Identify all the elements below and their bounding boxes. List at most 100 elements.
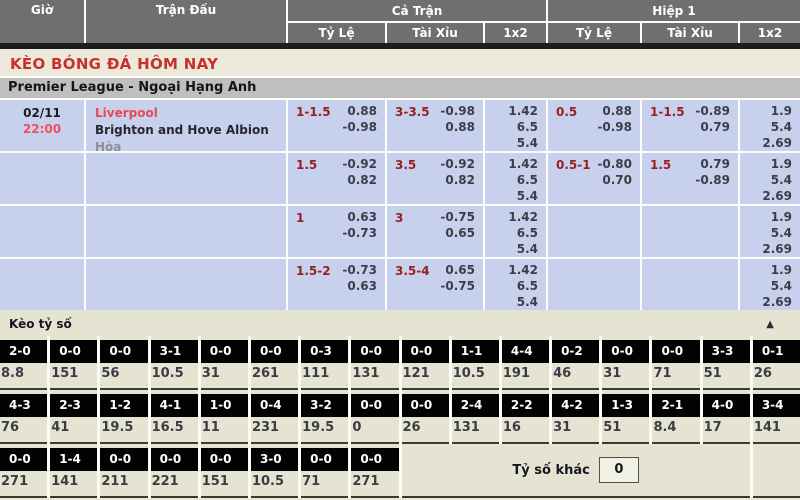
- odd-value[interactable]: 0.79: [695, 119, 730, 135]
- score-odds-cell[interactable]: 0-0 0: [351, 390, 398, 444]
- odd-value[interactable]: -0.98: [597, 119, 632, 135]
- score-odd-value[interactable]: 26: [402, 417, 449, 435]
- score-odds-cell[interactable]: 0-0 151: [50, 336, 97, 390]
- odd-value[interactable]: 6.5: [508, 119, 538, 135]
- score-odd-value[interactable]: 31: [552, 417, 599, 435]
- ft-handicap-cell[interactable]: 1.5 -0.920.82: [288, 153, 385, 204]
- score-odds-cell[interactable]: 2-3 41: [50, 390, 97, 444]
- ft-overunder-cell[interactable]: 3.5 -0.920.82: [387, 153, 483, 204]
- score-odds-cell[interactable]: 0-2 46: [552, 336, 599, 390]
- h1-handicap-cell[interactable]: 0.5 0.88-0.98: [548, 100, 640, 151]
- score-odds-cell[interactable]: 4-0 17: [703, 390, 750, 444]
- score-odd-value[interactable]: 151: [201, 471, 248, 489]
- odd-value[interactable]: -0.73: [342, 262, 377, 278]
- h1-handicap-cell[interactable]: 0.5-1 -0.800.70: [548, 153, 640, 204]
- odd-value[interactable]: -0.89: [695, 103, 730, 119]
- score-odd-value[interactable]: 16: [502, 417, 549, 435]
- odd-value[interactable]: -0.75: [440, 278, 475, 294]
- score-odds-cell[interactable]: 3-2 19.5: [301, 390, 348, 444]
- ft-overunder-cell[interactable]: 3 -0.750.65: [387, 206, 483, 257]
- score-odds-cell[interactable]: 0-0 56: [100, 336, 147, 390]
- score-odd-value[interactable]: 261: [251, 363, 298, 381]
- score-odds-cell[interactable]: 0-0 31: [602, 336, 649, 390]
- score-odd-value[interactable]: 8.4: [652, 417, 699, 435]
- odd-value[interactable]: 1.9: [762, 156, 792, 172]
- odd-value[interactable]: 5.4: [508, 241, 538, 257]
- score-odds-cell[interactable]: 0-0 271: [0, 444, 47, 498]
- score-odds-cell[interactable]: 0-0 71: [301, 444, 348, 498]
- odd-value[interactable]: 0.88: [342, 103, 377, 119]
- score-odd-value[interactable]: 131: [452, 417, 499, 435]
- odd-value[interactable]: -0.98: [440, 103, 475, 119]
- score-odd-value[interactable]: 231: [251, 417, 298, 435]
- score-odds-cell[interactable]: 1-2 19.5: [100, 390, 147, 444]
- odd-value[interactable]: 0.82: [342, 172, 377, 188]
- score-odd-value[interactable]: 16.5: [151, 417, 198, 435]
- score-odds-cell[interactable]: 0-0 131: [351, 336, 398, 390]
- score-odds-cell[interactable]: 1-0 11: [201, 390, 248, 444]
- odd-value[interactable]: 1.9: [762, 103, 792, 119]
- match-teams[interactable]: [86, 206, 286, 257]
- odd-value[interactable]: 2.69: [762, 188, 792, 204]
- score-odd-value[interactable]: 211: [100, 471, 147, 489]
- score-odds-cell[interactable]: 0-4 231: [251, 390, 298, 444]
- odd-value[interactable]: 5.4: [508, 188, 538, 204]
- odd-value[interactable]: 5.4: [508, 135, 538, 151]
- odd-value[interactable]: 6.5: [508, 225, 538, 241]
- score-odds-cell[interactable]: 0-0 271: [351, 444, 398, 498]
- score-odds-cell[interactable]: 4-4 191: [502, 336, 549, 390]
- odd-value[interactable]: 5.4: [762, 119, 792, 135]
- score-odd-value[interactable]: 46: [552, 363, 599, 381]
- score-odds-cell[interactable]: 0-3 111: [301, 336, 348, 390]
- score-odd-value[interactable]: 17: [703, 417, 750, 435]
- score-odds-cell[interactable]: 1-4 141: [50, 444, 97, 498]
- score-odd-value[interactable]: 191: [502, 363, 549, 381]
- odd-value[interactable]: 5.4: [762, 278, 792, 294]
- score-odds-cell[interactable]: 2-0 8.8: [0, 336, 47, 390]
- league-header[interactable]: Premier League - Ngoại Hạng Anh: [0, 76, 800, 98]
- score-odd-value[interactable]: 0: [351, 417, 398, 435]
- score-odds-cell[interactable]: 4-3 76: [0, 390, 47, 444]
- h1-1x2-cell[interactable]: 1.95.42.69: [740, 206, 800, 257]
- ft-handicap-cell[interactable]: 1 0.63-0.73: [288, 206, 385, 257]
- odd-value[interactable]: 1.9: [762, 209, 792, 225]
- odd-value[interactable]: 0.70: [597, 172, 632, 188]
- score-odds-cell[interactable]: 3-1 10.5: [151, 336, 198, 390]
- score-odd-value[interactable]: 19.5: [301, 417, 348, 435]
- score-odds-cell[interactable]: 0-0 31: [201, 336, 248, 390]
- score-odd-value[interactable]: 221: [151, 471, 198, 489]
- score-odd-value[interactable]: 31: [602, 363, 649, 381]
- odd-value[interactable]: 0.88: [597, 103, 632, 119]
- h1-overunder-cell[interactable]: [642, 259, 738, 310]
- odd-value[interactable]: -0.73: [342, 225, 377, 241]
- score-odd-value[interactable]: 51: [703, 363, 750, 381]
- odd-value[interactable]: 2.69: [762, 135, 792, 151]
- h1-overunder-cell[interactable]: [642, 206, 738, 257]
- score-odd-value[interactable]: 111: [301, 363, 348, 381]
- score-odds-cell[interactable]: 0-0 261: [251, 336, 298, 390]
- score-odds-cell[interactable]: 4-2 31: [552, 390, 599, 444]
- odd-value[interactable]: 0.79: [695, 156, 730, 172]
- ft-1x2-cell[interactable]: 1.426.55.4: [485, 153, 546, 204]
- score-odd-value[interactable]: 141: [753, 417, 800, 435]
- score-odds-cell[interactable]: 1-1 10.5: [452, 336, 499, 390]
- ft-1x2-cell[interactable]: 1.426.55.4: [485, 206, 546, 257]
- score-odds-cell[interactable]: 1-3 51: [602, 390, 649, 444]
- h1-1x2-cell[interactable]: 1.95.42.69: [740, 259, 800, 310]
- ft-1x2-cell[interactable]: 1.426.55.4: [485, 259, 546, 310]
- odd-value[interactable]: 6.5: [508, 172, 538, 188]
- away-team[interactable]: Brighton and Hove Albion: [95, 122, 286, 139]
- odd-value[interactable]: 2.69: [762, 294, 792, 310]
- odd-value[interactable]: -0.98: [342, 119, 377, 135]
- score-odd-value[interactable]: 121: [402, 363, 449, 381]
- odd-value[interactable]: 0.65: [440, 262, 475, 278]
- h1-overunder-cell[interactable]: 1-1.5 -0.890.79: [642, 100, 738, 151]
- odd-value[interactable]: 0.63: [342, 278, 377, 294]
- h1-handicap-cell[interactable]: [548, 206, 640, 257]
- odd-value[interactable]: 0.88: [440, 119, 475, 135]
- score-odd-value[interactable]: 19.5: [100, 417, 147, 435]
- odd-value[interactable]: 5.4: [762, 172, 792, 188]
- score-odds-cell[interactable]: 3-3 51: [703, 336, 750, 390]
- score-odd-value[interactable]: 26: [753, 363, 800, 381]
- score-odds-cell[interactable]: 0-0 151: [201, 444, 248, 498]
